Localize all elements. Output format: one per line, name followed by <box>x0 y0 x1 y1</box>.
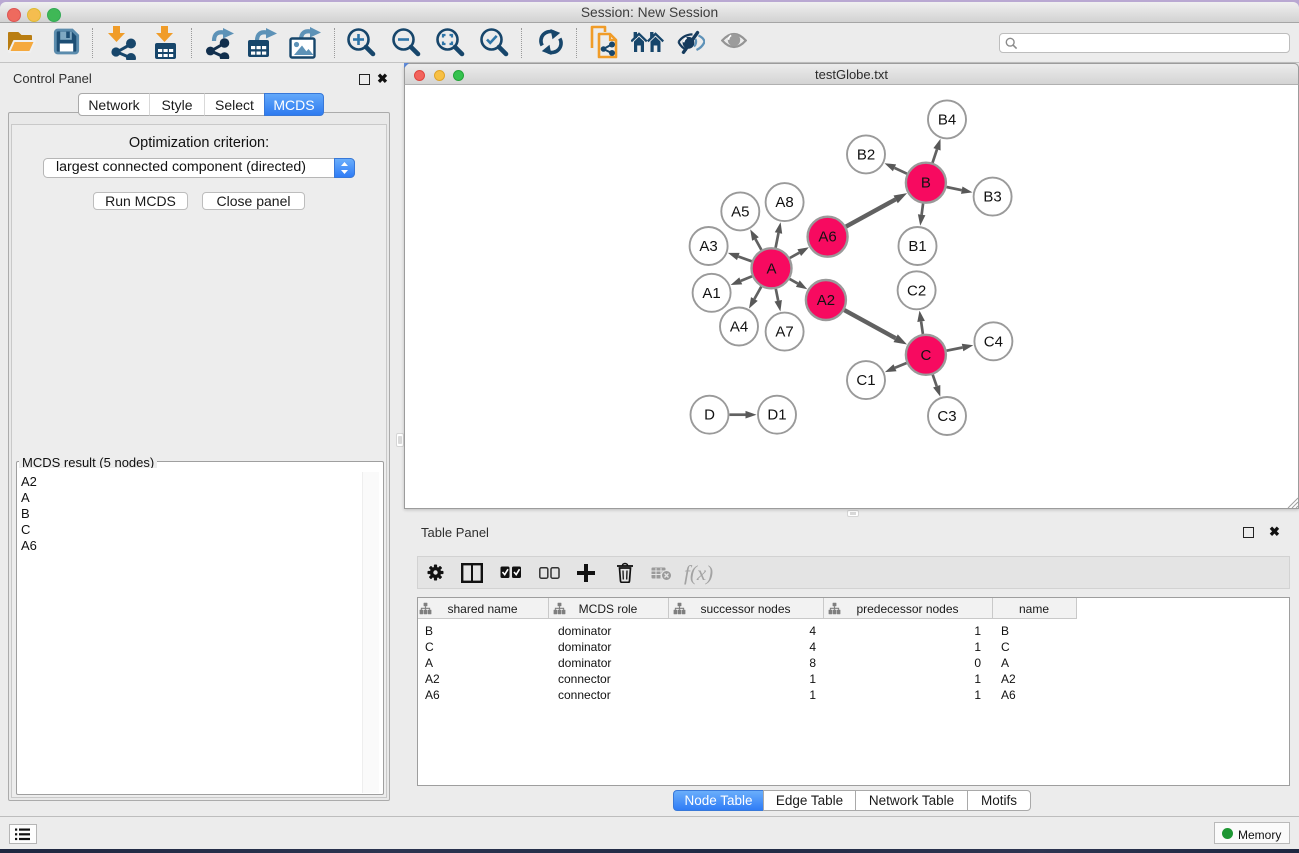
svg-text:C2: C2 <box>907 282 926 299</box>
svg-text:A8: A8 <box>775 194 793 211</box>
svg-text:A3: A3 <box>699 238 717 255</box>
svg-text:C3: C3 <box>937 408 956 425</box>
svg-text:C1: C1 <box>856 372 875 389</box>
svg-text:A5: A5 <box>731 203 749 220</box>
svg-text:A1: A1 <box>702 285 720 302</box>
svg-text:A6: A6 <box>818 229 836 246</box>
svg-text:D1: D1 <box>767 407 786 424</box>
svg-text:B2: B2 <box>857 146 875 163</box>
svg-text:A4: A4 <box>730 319 748 336</box>
svg-text:B1: B1 <box>908 238 926 255</box>
svg-text:A7: A7 <box>775 324 793 341</box>
svg-text:D: D <box>704 407 715 424</box>
svg-text:C: C <box>920 347 931 364</box>
svg-text:C4: C4 <box>984 333 1003 350</box>
svg-text:A2: A2 <box>817 292 835 309</box>
svg-text:B3: B3 <box>983 189 1001 206</box>
svg-text:B: B <box>921 175 931 192</box>
svg-text:A: A <box>766 260 776 277</box>
svg-text:B4: B4 <box>938 111 956 128</box>
